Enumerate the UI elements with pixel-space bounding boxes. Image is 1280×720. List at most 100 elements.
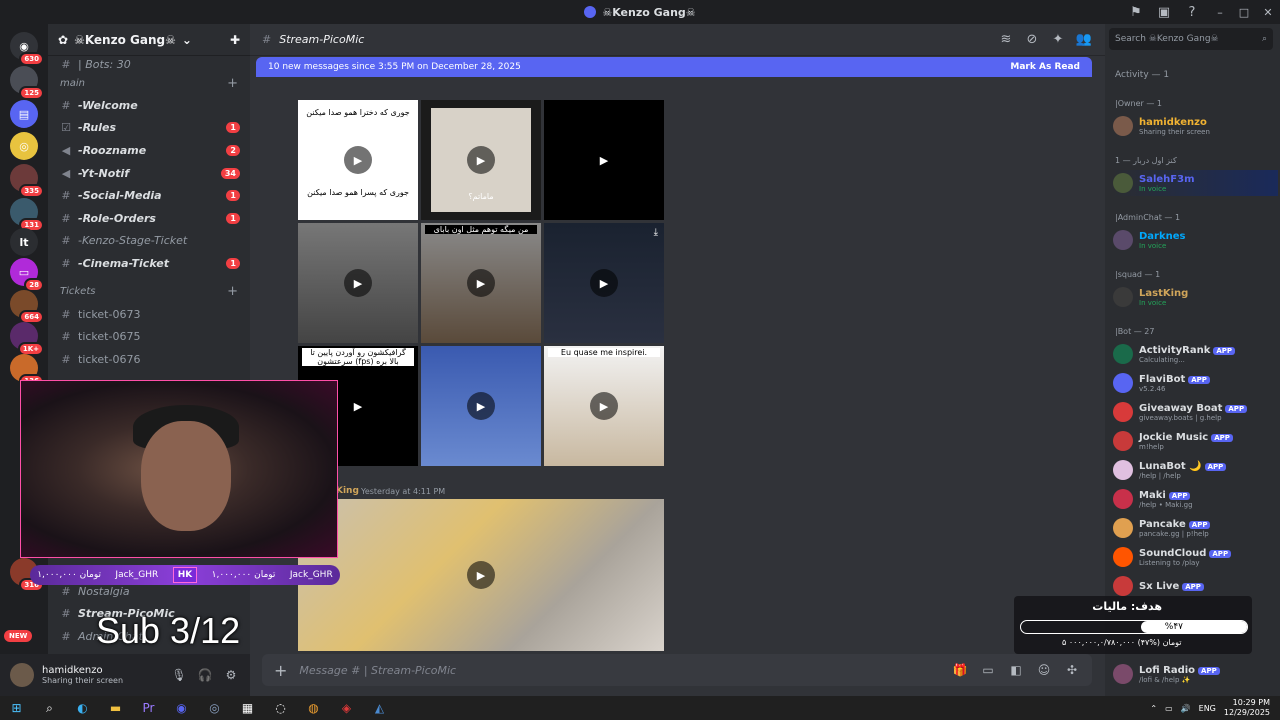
member-row[interactable]: Darknes In voice [1113, 227, 1278, 253]
member-row[interactable]: Maki APP/help • Maki.gg [1113, 486, 1278, 512]
chrome-icon[interactable]: ◍ [297, 696, 330, 720]
member-row[interactable]: SoundCloud APP Listening to /play [1113, 544, 1278, 570]
inbox-icon[interactable]: ⚑ [1128, 5, 1144, 20]
member-row[interactable]: FlaviBot APP v5.2.46 [1113, 370, 1278, 396]
video-tile[interactable]: ▶ [544, 100, 664, 220]
channel-rules[interactable]: ☑ -Rules 1 [48, 117, 250, 140]
premiere-icon[interactable]: Pr [132, 696, 165, 720]
add-user-icon[interactable]: ✚ [230, 33, 240, 47]
windows-start-icon[interactable]: ⊞ [0, 696, 33, 720]
play-icon[interactable]: ▶ [590, 392, 618, 420]
avatar[interactable] [10, 663, 34, 687]
play-icon[interactable]: ▶ [467, 392, 495, 420]
category-tickets[interactable]: Tickets + [48, 281, 250, 303]
server-icon[interactable]: 125 [10, 66, 44, 100]
threads-icon[interactable]: ≋ [997, 32, 1015, 47]
video-tile[interactable]: جوری که دخترا همو صدا میکنن جوری که پسرا… [298, 100, 418, 220]
server-icon[interactable]: 335 [10, 164, 44, 198]
store-icon[interactable]: ▦ [231, 696, 264, 720]
member-row[interactable]: Jockie Music APP m!help [1113, 428, 1278, 454]
server-icon[interactable]: ▭ 28 [10, 258, 44, 292]
headphones-icon[interactable]: 🎧 [196, 668, 214, 682]
video-tile[interactable]: ▶ [421, 346, 541, 466]
play-icon[interactable]: ▶ [590, 146, 618, 174]
mark-as-read-button[interactable]: Mark As Read [1010, 62, 1080, 72]
video-attachment[interactable]: ▶ [298, 499, 664, 651]
sticker-icon[interactable]: ◧ [1008, 663, 1024, 677]
play-icon[interactable]: ▶ [467, 561, 495, 589]
ticket-channel[interactable]: # ticket-0673 [48, 303, 250, 326]
settings-gear-icon[interactable]: ⚙ [222, 668, 240, 682]
app-icon[interactable]: ◈ [330, 696, 363, 720]
search-input[interactable]: Search ☠Kenzo Gang☠ ⌕ [1109, 28, 1273, 50]
server-icon[interactable]: 1K+ [10, 322, 44, 356]
maximize-icon[interactable]: □ [1232, 0, 1256, 24]
server-icon[interactable]: 664 [10, 290, 44, 324]
member-row[interactable]: ActivityRank APP Calculating... [1113, 341, 1278, 367]
server-icon[interactable]: 131 [10, 198, 44, 232]
play-icon[interactable]: ▶ [344, 146, 372, 174]
network-icon[interactable]: ▭ [1165, 704, 1173, 713]
minimize-icon[interactable]: – [1208, 0, 1232, 24]
home-button[interactable]: ◉ 630 [10, 32, 44, 66]
user-info[interactable]: hamidkenzo Sharing their screen [42, 665, 162, 685]
steam-icon[interactable]: ◎ [198, 696, 231, 720]
video-tile[interactable]: ماماتم؟ ▶ [421, 100, 541, 220]
video-tile[interactable]: ⤓ ▶ [544, 223, 664, 343]
plus-icon[interactable]: + [227, 76, 238, 91]
member-row[interactable]: SalehF3m In voice [1113, 170, 1278, 196]
member-row[interactable]: Lofi Radio APP/lofi & /help ✨ [1113, 661, 1278, 687]
plus-icon[interactable]: + [227, 284, 238, 299]
category-main[interactable]: main + [48, 72, 250, 94]
channel-social-media[interactable]: # -Social-Media 1 [48, 184, 250, 207]
members-icon[interactable]: 👥 [1075, 32, 1093, 47]
activity-header[interactable]: Activity — 1 [1115, 70, 1169, 80]
channel-welcome[interactable]: # -Welcome [48, 94, 250, 117]
channel-cinema-ticket[interactable]: # -Cinema-Ticket 1 [48, 252, 250, 275]
play-icon[interactable]: ▶ [344, 392, 372, 420]
play-icon[interactable]: ▶ [590, 269, 618, 297]
member-row[interactable]: Pancake APP pancake.gg | p!help [1113, 515, 1278, 541]
video-tile[interactable]: Eu quase me inspirei. ▶ [544, 346, 664, 466]
play-icon[interactable]: ▶ [467, 146, 495, 174]
server-icon[interactable]: 136 [10, 354, 44, 388]
guild-header[interactable]: ✿ ☠Kenzo Gang☠ ⌄ ✚ [48, 24, 250, 56]
folder-icon[interactable]: ▤ [10, 100, 38, 128]
download-icon[interactable]: ⤓ [654, 227, 658, 238]
clock[interactable]: 10:29 PM 12/29/2025 [1224, 698, 1270, 718]
message-author[interactable]: King [336, 486, 359, 496]
channel-role-orders[interactable]: # -Role-Orders 1 [48, 207, 250, 230]
gift-icon[interactable]: 🎁 [952, 663, 968, 677]
vscode-icon[interactable]: ◭ [363, 696, 396, 720]
new-messages-bar[interactable]: 10 new messages since 3:55 PM on Decembe… [256, 57, 1092, 77]
edge-icon[interactable]: ◐ [66, 696, 99, 720]
language-indicator[interactable]: ENG [1199, 704, 1216, 713]
member-row[interactable]: LastKing In voice [1113, 284, 1278, 310]
mute-icon[interactable]: ⊘ [1023, 32, 1041, 47]
apps-icon[interactable]: ✣ [1064, 663, 1080, 677]
server-icon[interactable]: lt [10, 228, 38, 256]
microphone-icon[interactable]: 🎙 [170, 668, 188, 682]
close-icon[interactable]: ✕ [1256, 0, 1280, 24]
member-row[interactable]: LunaBot 🌙 APP/help | /help [1113, 457, 1278, 483]
channel-roozname[interactable]: ◀ -Roozname 2 [48, 139, 250, 162]
ticket-channel[interactable]: # ticket-0676 [48, 348, 250, 371]
screen-icon[interactable]: ▣ [1156, 5, 1172, 20]
attach-plus-icon[interactable]: + [274, 661, 287, 680]
file-explorer-icon[interactable]: ▬ [99, 696, 132, 720]
gif-icon[interactable]: ▭ [980, 663, 996, 677]
search-icon[interactable]: ⌕ [33, 696, 66, 720]
bots-channel[interactable]: # | Bots: 30 [48, 56, 250, 72]
chrome-server-icon[interactable]: ◎ [10, 132, 38, 160]
video-tile[interactable]: من میگه توهم مثل اون بابای ▶ [421, 223, 541, 343]
member-row[interactable]: Giveaway Boat APP giveaway.boats | g.help [1113, 399, 1278, 425]
help-icon[interactable]: ? [1184, 5, 1200, 20]
video-tile[interactable]: ▶ [298, 223, 418, 343]
play-icon[interactable]: ▶ [344, 269, 372, 297]
volume-icon[interactable]: 🔊 [1181, 704, 1191, 713]
obs-icon[interactable]: ◌ [264, 696, 297, 720]
channel-yt-notif[interactable]: ◀ -Yt-Notif 34 [48, 162, 250, 185]
message-input[interactable]: Message # | Stream-PicoMic [299, 664, 940, 677]
chevron-up-icon[interactable]: ⌃ [1150, 704, 1157, 713]
pin-icon[interactable]: ✦ [1049, 32, 1067, 47]
